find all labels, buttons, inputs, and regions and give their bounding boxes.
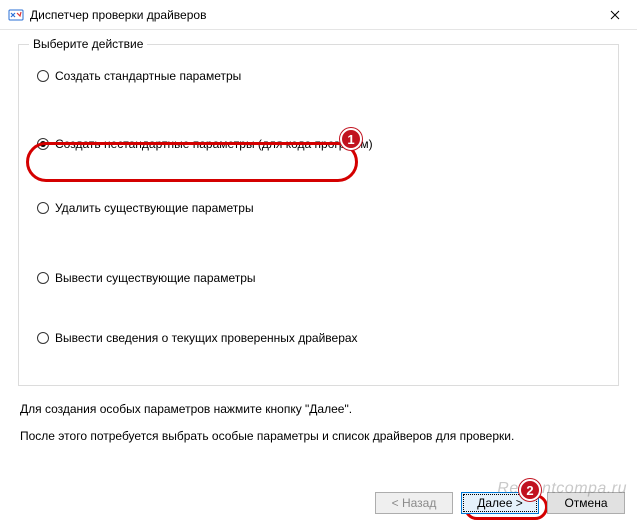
info-line-2: После этого потребуется выбрать особые п…	[20, 427, 617, 446]
radio-icon	[37, 70, 49, 82]
titlebar: Диспетчер проверки драйверов	[0, 0, 637, 30]
radio-create-custom[interactable]: Создать нестандартные параметры (для код…	[37, 137, 604, 151]
radio-label: Создать нестандартные параметры (для код…	[55, 137, 373, 151]
next-button[interactable]: Далее >	[461, 492, 539, 514]
radio-label: Вывести существующие параметры	[55, 271, 256, 285]
radio-label: Удалить существующие параметры	[55, 201, 254, 215]
radio-create-standard[interactable]: Создать стандартные параметры	[37, 69, 604, 83]
radio-show-existing[interactable]: Вывести существующие параметры	[37, 271, 604, 285]
action-groupbox: Выберите действие Создать стандартные па…	[18, 44, 619, 386]
radio-icon	[37, 138, 49, 150]
cancel-button[interactable]: Отмена	[547, 492, 625, 514]
client-area: Выберите действие Создать стандартные па…	[0, 30, 637, 446]
app-icon	[8, 7, 24, 23]
radio-icon	[37, 332, 49, 344]
radio-icon	[37, 202, 49, 214]
radio-delete-existing[interactable]: Удалить существующие параметры	[37, 201, 604, 215]
back-button: < Назад	[375, 492, 453, 514]
radio-icon	[37, 272, 49, 284]
info-text: Для создания особых параметров нажмите к…	[20, 400, 617, 446]
window-title: Диспетчер проверки драйверов	[30, 8, 206, 22]
radio-show-current-drivers[interactable]: Вывести сведения о текущих проверенных д…	[37, 331, 604, 345]
groupbox-legend: Выберите действие	[29, 37, 147, 51]
radio-label: Создать стандартные параметры	[55, 69, 241, 83]
wizard-buttons: < Назад Далее > Отмена	[375, 492, 625, 514]
info-line-1: Для создания особых параметров нажмите к…	[20, 400, 617, 419]
radio-label: Вывести сведения о текущих проверенных д…	[55, 331, 358, 345]
close-button[interactable]	[592, 0, 637, 30]
